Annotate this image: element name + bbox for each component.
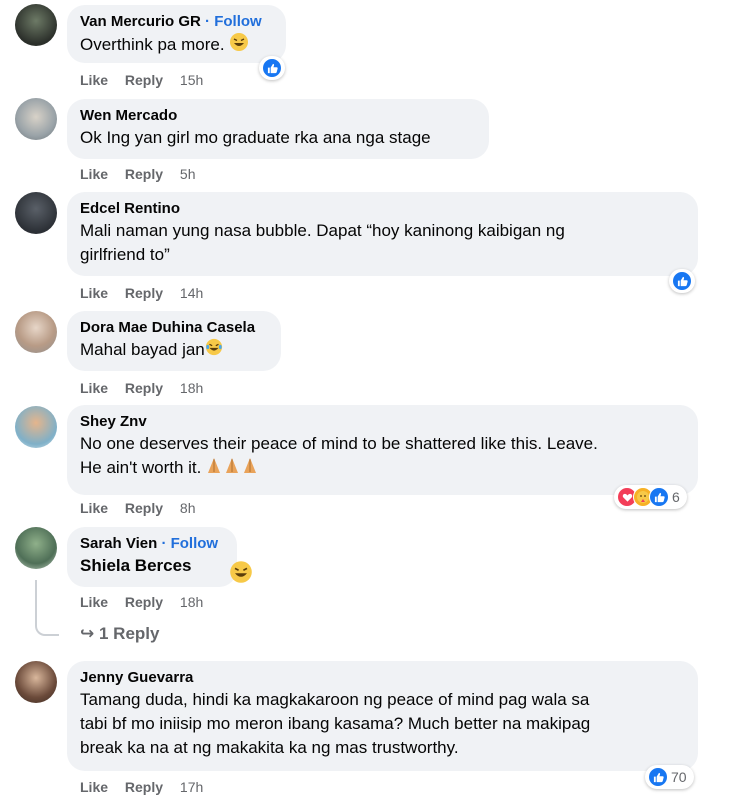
replies-label: 1 Reply — [98, 624, 160, 643]
timestamp[interactable]: 8h — [180, 500, 196, 516]
avatar[interactable] — [15, 4, 57, 46]
timestamp[interactable]: 17h — [180, 779, 203, 795]
author-name[interactable]: Van Mercurio GR — [80, 13, 201, 30]
reply-button[interactable]: Reply — [125, 166, 163, 182]
avatar[interactable] — [15, 406, 57, 448]
thread-connector — [35, 580, 59, 636]
like-reaction-icon — [262, 58, 282, 78]
author-name[interactable]: Edcel Rentino — [80, 199, 685, 219]
laughing-emoji-icon — [229, 560, 253, 589]
reply-button[interactable]: Reply — [125, 72, 163, 88]
reply-arrow-icon: ↪ — [80, 624, 95, 643]
reaction-count: 6 — [672, 489, 680, 505]
reply-button[interactable]: Reply — [125, 380, 163, 396]
separator-dot: · — [161, 535, 167, 552]
comment-bubble: Dora Mae Duhina Casela Mahal bayad jan — [67, 311, 281, 371]
comment-text: Mahal bayad jan — [80, 340, 205, 359]
comment-bubble: Shey Znv No one deserves their peace of … — [67, 405, 698, 495]
avatar[interactable] — [15, 192, 57, 234]
comment-bubble: Wen Mercado Ok Ing yan girl mo graduate … — [67, 99, 489, 159]
comment-text: break ka na at ng makakita ka ng mas tru… — [80, 738, 459, 757]
author-name[interactable]: Dora Mae Duhina Casela — [80, 318, 268, 338]
comment-text: Mali naman yung nasa bubble. Dapat “hoy … — [80, 221, 565, 240]
avatar[interactable] — [15, 98, 57, 140]
follow-link[interactable]: Follow — [214, 13, 262, 30]
view-replies-link[interactable]: ↪ 1 Reply — [80, 624, 159, 644]
author-name[interactable]: Sarah Vien — [80, 535, 157, 552]
like-button[interactable]: Like — [80, 500, 108, 516]
comment-text: girlfriend to” — [80, 245, 170, 264]
reaction-summary[interactable] — [669, 269, 695, 293]
comment-bubble: Jenny Guevarra Tamang duda, hindi ka mag… — [67, 661, 698, 771]
reaction-summary[interactable]: 70 — [645, 765, 694, 789]
comment-text: Overthink pa more. — [80, 34, 225, 54]
reply-button[interactable]: Reply — [125, 500, 163, 516]
follow-link[interactable]: Follow — [171, 535, 219, 552]
timestamp[interactable]: 18h — [180, 380, 203, 396]
like-reaction-icon — [672, 271, 692, 291]
comment-bubble: Edcel Rentino Mali naman yung nasa bubbl… — [67, 192, 698, 276]
separator-dot: · — [205, 13, 211, 30]
avatar[interactable] — [15, 661, 57, 703]
folded-hands-emoji-icon — [206, 456, 260, 481]
like-button[interactable]: Like — [80, 166, 108, 182]
comment-text: tabi bf mo iniisip mo meron ibang kasama… — [80, 714, 591, 733]
timestamp[interactable]: 18h — [180, 594, 203, 610]
like-button[interactable]: Like — [80, 594, 108, 610]
like-reaction-icon — [649, 487, 669, 507]
reply-button[interactable]: Reply — [125, 594, 163, 610]
avatar[interactable] — [15, 311, 57, 353]
reply-button[interactable]: Reply — [125, 779, 163, 795]
like-button[interactable]: Like — [80, 779, 108, 795]
timestamp[interactable]: 15h — [180, 72, 203, 88]
timestamp[interactable]: 5h — [180, 166, 196, 182]
like-button[interactable]: Like — [80, 380, 108, 396]
comment-bubble: Sarah Vien · Follow Shiela Berces — [67, 527, 237, 587]
timestamp[interactable]: 14h — [180, 285, 203, 301]
avatar[interactable] — [15, 527, 57, 569]
comment-bubble: Van Mercurio GR · Follow Overthink pa mo… — [67, 5, 286, 63]
tagged-name-link[interactable]: Shiela Berces — [80, 554, 224, 578]
author-name[interactable]: Jenny Guevarra — [80, 668, 685, 688]
like-button[interactable]: Like — [80, 285, 108, 301]
like-button[interactable]: Like — [80, 72, 108, 88]
laughing-emoji-icon — [229, 32, 249, 59]
like-reaction-icon — [648, 767, 668, 787]
reaction-summary[interactable]: 6 — [614, 485, 687, 509]
comment-text: Ok Ing yan girl mo graduate rka ana nga … — [80, 128, 431, 147]
reaction-count: 70 — [671, 769, 687, 785]
author-name[interactable]: Wen Mercado — [80, 106, 476, 126]
reaction-summary[interactable] — [259, 56, 285, 80]
comment-text: Tamang duda, hindi ka magkakaroon ng pea… — [80, 690, 590, 709]
comment-text: No one deserves their peace of mind to b… — [80, 434, 598, 453]
laughing-tears-emoji-icon — [205, 338, 223, 363]
comment-text: He ain't worth it. — [80, 458, 202, 477]
reply-button[interactable]: Reply — [125, 285, 163, 301]
author-name[interactable]: Shey Znv — [80, 412, 685, 432]
